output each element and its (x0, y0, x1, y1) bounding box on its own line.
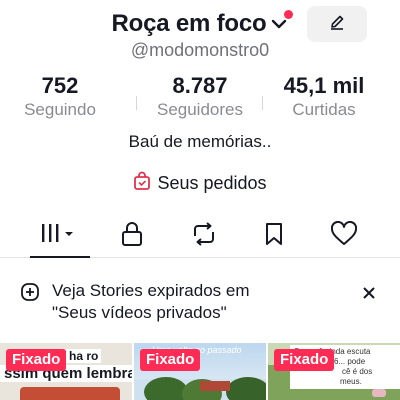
tab-favorites[interactable] (254, 220, 294, 252)
tab-reposts[interactable] (184, 220, 224, 252)
orders-button[interactable]: Seus pedidos (0, 170, 400, 196)
edit-profile-button[interactable] (307, 6, 367, 42)
pencil-icon (328, 13, 346, 36)
profile-header: Roça em foco @modomonstro0 (0, 0, 400, 64)
grid-dropdown-icon (38, 222, 78, 251)
video-thumbnail[interactable]: ha ro ssim quem lembra Fixado (0, 343, 132, 400)
bookmark-icon (263, 221, 285, 252)
video-overlay-text: ha ro (66, 349, 102, 363)
orders-label: Seus pedidos (157, 172, 267, 193)
heart-icon (330, 220, 358, 252)
house-roof-image (200, 381, 230, 391)
stories-banner-line2: "Seus vídeos privados" (52, 303, 227, 322)
profile-stats: 752 Seguindo 8.787 Seguidores 45,1 mil C… (0, 74, 400, 122)
house-roof-image (20, 387, 120, 400)
video-thumbnail[interactable]: Uma volta ao passado Fixado (134, 343, 266, 400)
profile-tabs (0, 216, 400, 258)
lock-icon (120, 221, 144, 252)
emoji-sticker (372, 389, 386, 397)
video-grid: ha ro ssim quem lembra Fixado Uma volta … (0, 343, 400, 400)
followers-count: 8.787 (172, 73, 228, 98)
likes-count: 45,1 mil (283, 73, 365, 98)
repost-icon (191, 221, 217, 251)
stat-likes[interactable]: 45,1 mil Curtidas (264, 74, 384, 121)
followers-label: Seguidores (156, 100, 243, 119)
username: @modomonstro0 (130, 40, 270, 60)
stories-banner-text: Veja Stories expirados em "Seus vídeos p… (52, 280, 352, 324)
stat-divider (262, 96, 263, 110)
following-count: 752 (41, 73, 79, 98)
note-line: meus. (340, 377, 362, 386)
active-tab-indicator (30, 256, 90, 258)
video-thumbnail[interactable]: Se você ainda escuta 6... pode cê é dos … (268, 343, 400, 400)
stories-banner-line1: Veja Stories expirados em (52, 281, 250, 300)
close-icon[interactable] (360, 284, 378, 302)
following-label: Seguindo (24, 100, 96, 119)
pinned-badge: Fixado (6, 349, 67, 371)
pinned-badge: Fixado (274, 349, 335, 371)
stat-divider (136, 96, 137, 110)
tab-videos[interactable] (38, 220, 78, 252)
tree-image (226, 377, 266, 400)
pinned-badge: Fixado (140, 349, 201, 371)
add-circle-icon (20, 282, 40, 307)
profile-bio: Baú de memórias.. (128, 132, 272, 151)
stories-banner[interactable]: Veja Stories expirados em "Seus vídeos p… (0, 268, 400, 332)
shopping-bag-icon (133, 171, 157, 196)
notification-dot (284, 10, 293, 19)
stat-followers[interactable]: 8.787 Seguidores (140, 74, 260, 121)
tab-liked[interactable] (324, 220, 364, 252)
tab-private[interactable] (112, 220, 152, 252)
display-name[interactable]: Roça em foco (112, 10, 267, 38)
likes-label: Curtidas (292, 100, 356, 119)
stat-following[interactable]: 752 Seguindo (0, 74, 120, 121)
